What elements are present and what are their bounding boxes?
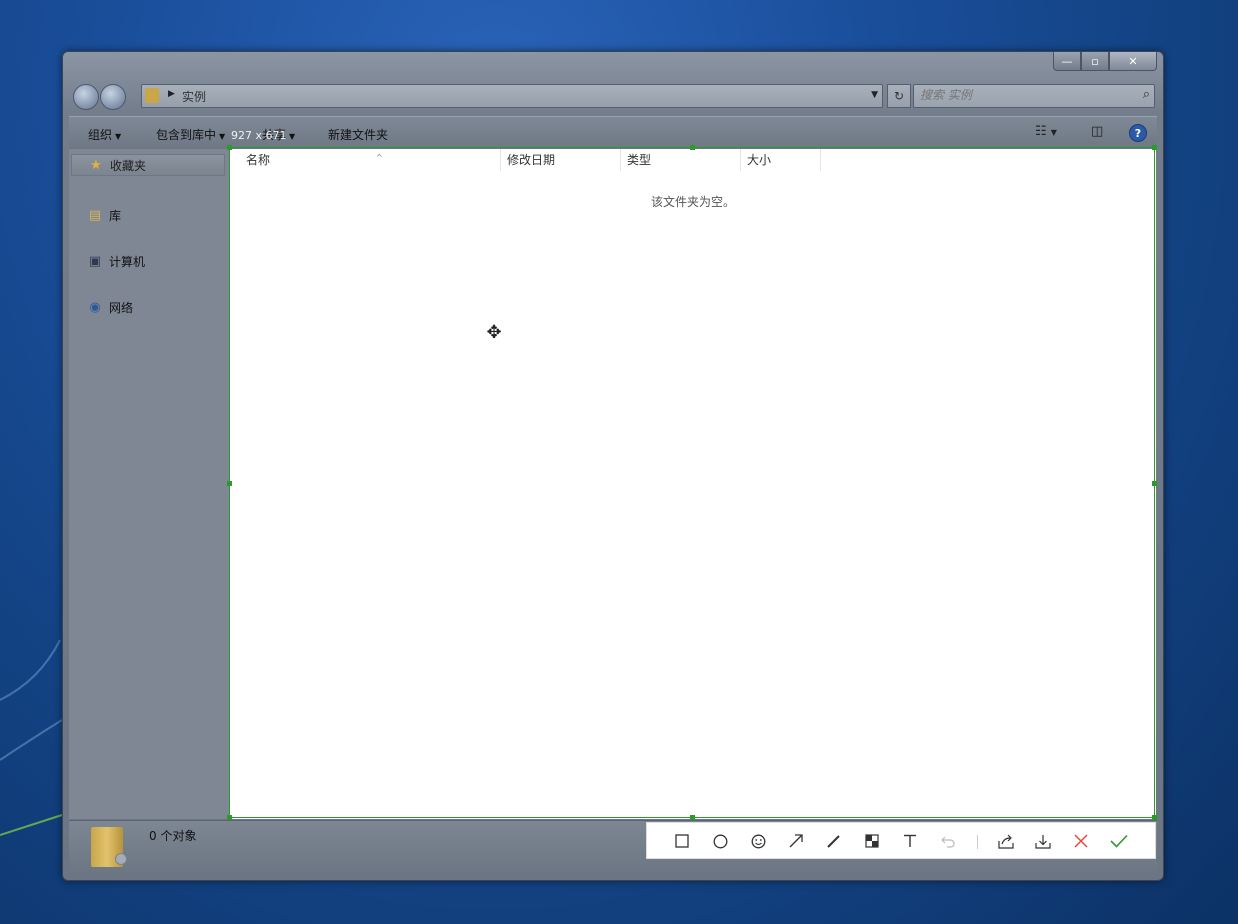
breadcrumb-current[interactable]: 实例 [182,88,206,105]
explorer-window: — ▫ ✕ ▶ 实例 ▼ ↻ ⌕ 组织▼ 包含到库中▼ 共享▼ 新建文件夹 ☷ … [62,51,1164,881]
chevron-down-icon: ▼ [219,132,226,141]
column-header-name[interactable]: 名称 ^ [240,149,501,171]
close-button[interactable]: ✕ [1109,52,1157,71]
address-dropdown-icon[interactable]: ▼ [871,90,878,100]
chevron-down-icon: ▼ [115,132,122,141]
refresh-icon[interactable]: ↻ [887,84,911,108]
organize-label: 组织 [88,128,113,142]
network-icon: ◉ [89,300,101,315]
navigation-bar: ▶ 实例 ▼ ↻ ⌕ [71,82,1155,110]
caption-buttons: — ▫ ✕ [1053,52,1157,71]
rectangle-tool-icon[interactable] [672,831,692,851]
address-bar[interactable]: ▶ 实例 ▼ [141,84,883,108]
cancel-icon[interactable] [1071,831,1091,851]
back-arrow-icon[interactable] [73,84,99,110]
column-header-size[interactable]: 大小 [741,149,821,171]
magnifier-icon[interactable]: ⌕ [1143,87,1150,102]
preview-pane-icon[interactable]: ◫ [1091,124,1103,140]
column-header-date[interactable]: 修改日期 [501,149,621,171]
sidebar-item-library[interactable]: ▤ 库 [87,207,121,224]
download-icon[interactable] [1033,831,1053,851]
organize-menu[interactable]: 组织 ▼ [88,126,121,143]
minimize-button[interactable]: — [1053,52,1081,71]
navigation-pane: ★ 收藏夹 ▤ 库 ▣ 计算机 ◉ 网络 [69,149,229,819]
capture-toolbar [646,822,1156,859]
breadcrumb-separator-icon[interactable]: ▶ [168,89,175,99]
toolbar-divider [977,835,978,849]
file-list[interactable]: 名称 ^ 修改日期 类型 大小 该文件夹为空。 [230,149,1156,819]
include-library-label: 包含到库中 [156,128,217,142]
confirm-icon[interactable] [1109,831,1129,851]
arrow-tool-icon[interactable] [786,831,806,851]
sidebar-item-network[interactable]: ◉ 网络 [87,299,133,316]
pen-tool-icon[interactable] [824,831,844,851]
sidebar-item-computer[interactable]: ▣ 计算机 [87,253,145,270]
sidebar-item-label: 计算机 [109,255,146,269]
undo-icon[interactable] [938,831,958,851]
share-icon[interactable] [996,831,1016,851]
forward-arrow-icon[interactable] [100,84,126,110]
empty-folder-message: 该文件夹为空。 [650,195,735,209]
maximize-button[interactable]: ▫ [1081,52,1109,71]
text-tool-icon[interactable] [900,831,920,851]
sidebar-item-label: 库 [109,209,122,223]
library-icon: ▤ [88,208,102,223]
sort-caret-icon: ^ [376,153,383,162]
computer-icon: ▣ [88,254,102,269]
emoji-tool-icon[interactable] [748,831,768,851]
ellipse-tool-icon[interactable] [710,831,730,851]
column-label: 名称 [246,153,271,167]
capture-dimensions: 927 x 671 [231,129,287,142]
new-folder-button[interactable]: 新建文件夹 [328,126,388,143]
help-icon[interactable]: ? [1129,124,1147,142]
search-box[interactable]: ⌕ [913,84,1155,108]
star-icon: ★ [90,157,102,173]
move-cursor-icon: ✥ [486,322,502,343]
include-library-menu[interactable]: 包含到库中 ▼ [156,126,225,143]
sidebar-item-label: 收藏夹 [110,158,147,173]
search-input[interactable] [920,87,1120,103]
column-header-type[interactable]: 类型 [621,149,741,171]
mosaic-tool-icon[interactable] [862,831,882,851]
folder-icon [145,88,159,103]
view-list-icon[interactable]: ☷ ▼ [1035,124,1057,140]
sidebar-item-favorites[interactable]: ★ 收藏夹 [71,154,225,176]
chevron-down-icon: ▼ [289,132,296,141]
folder-icon [91,827,127,867]
item-count: 0 个对象 [149,829,197,843]
sidebar-item-label: 网络 [109,301,134,315]
